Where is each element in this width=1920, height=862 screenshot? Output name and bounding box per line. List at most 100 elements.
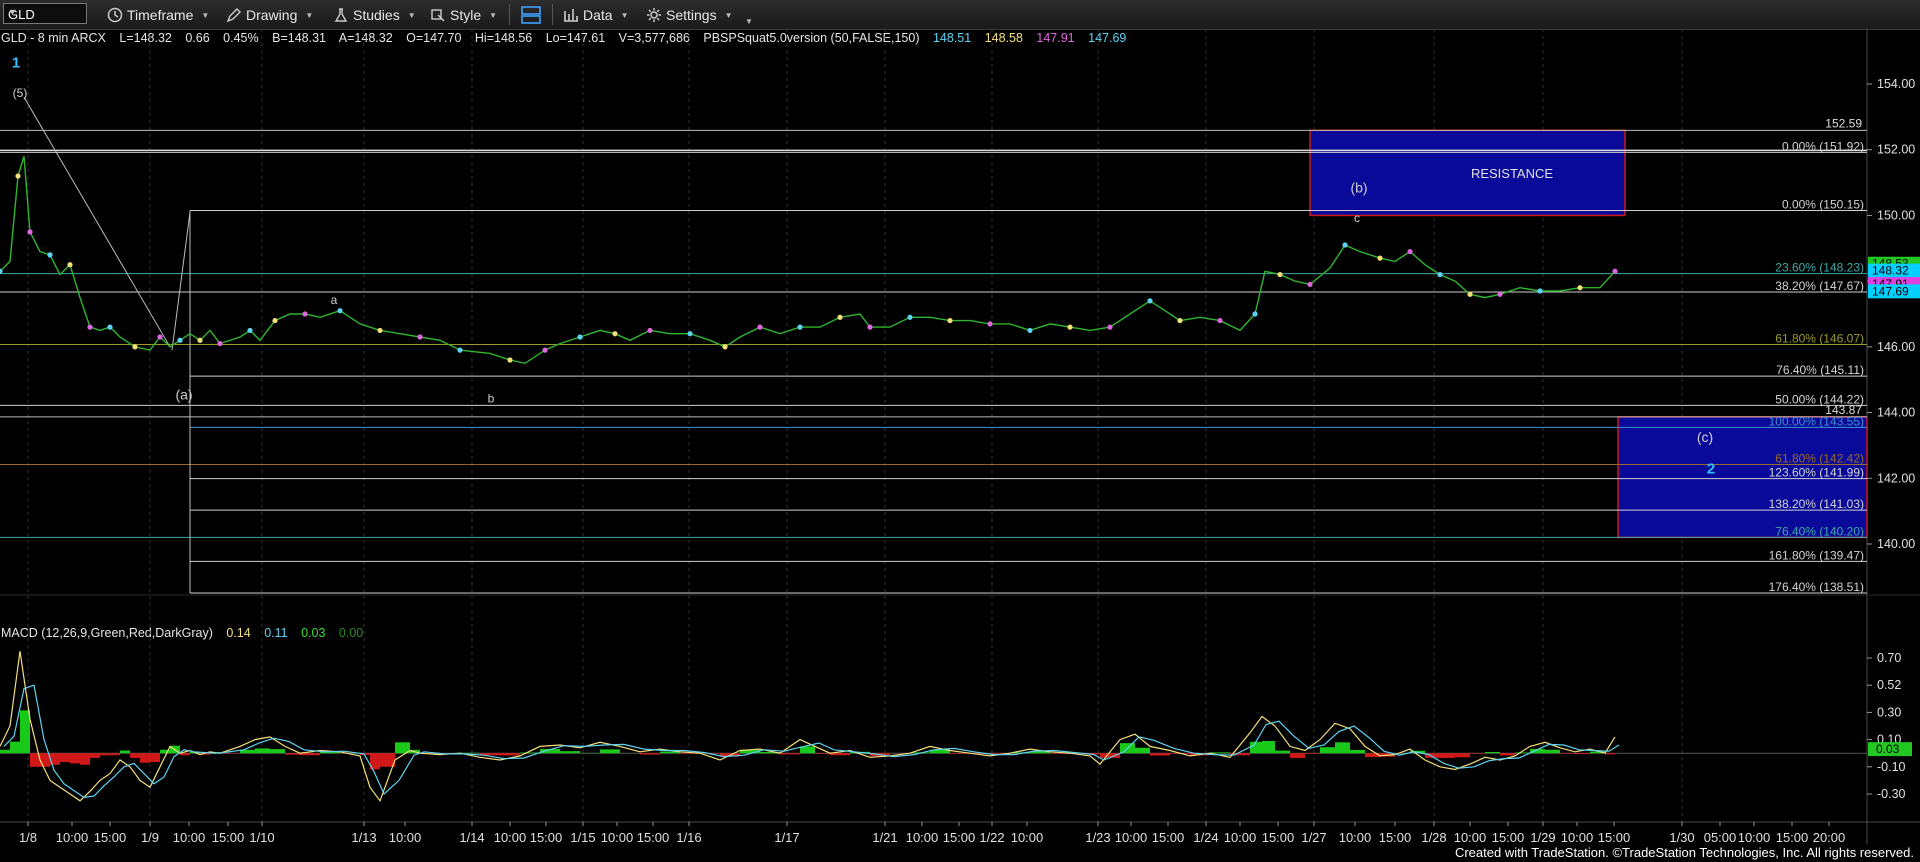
style-button[interactable]: Style ▼ [430, 5, 497, 25]
macd-histogram-bar [830, 753, 850, 756]
time-tick-label: 15:00 [1152, 830, 1185, 844]
macd-histogram-bar [1335, 742, 1350, 754]
data-button[interactable]: Data ▼ [563, 5, 629, 25]
style-label: Style [450, 7, 482, 23]
fib-label: 161.80% (139.47) [1769, 548, 1864, 562]
level-label: 152.59 [1825, 116, 1862, 130]
time-tick-label: 1/27 [1301, 830, 1326, 844]
price-marker [1467, 291, 1473, 297]
time-tick-label: 10:00 [1011, 830, 1044, 844]
data-label: Data [583, 7, 613, 23]
wave-label: (c) [1697, 429, 1713, 445]
toolbar-divider [552, 4, 553, 25]
settings-button[interactable]: Settings ▼ [646, 5, 733, 25]
time-tick-label: 10:00 [1339, 830, 1372, 844]
macd-histogram-bar [1575, 753, 1590, 755]
fib-label: 0.00% (151.92) [1782, 139, 1864, 153]
macd-histogram-bar [1470, 753, 1485, 754]
time-tick-label: 10:00 [906, 830, 939, 844]
chevron-down-icon: ▼ [724, 10, 733, 20]
studies-button[interactable]: Studies ▼ [333, 5, 416, 25]
style-icon [431, 9, 445, 22]
macd-histogram-bar [600, 749, 620, 754]
timeframe-button[interactable]: Timeframe ▼ [107, 5, 209, 25]
fib-label: 76.40% (145.11) [1776, 363, 1864, 377]
wave-label: c [1354, 211, 1360, 225]
fib-label: 100.00% (143.55) [1769, 414, 1864, 428]
fib-label: 61.80% (142.42) [1775, 451, 1864, 465]
price-marker [577, 334, 583, 340]
bar-chart-icon [564, 9, 578, 22]
time-tick-label: 1/23 [1085, 830, 1110, 844]
price-marker [907, 314, 913, 320]
macd-histogram-bar [1210, 752, 1230, 754]
time-tick-label: 10:00 [601, 830, 634, 844]
copyright-footer: Created with TradeStation. ©TradeStation… [1454, 845, 1914, 860]
toolbar: GLD ▼ Timeframe ▼ Drawing ▼ Studies ▼ St… [0, 0, 1920, 30]
price-marker [107, 324, 113, 330]
macd-histogram-bar [110, 753, 120, 756]
price-marker [132, 344, 138, 350]
macd-histogram-bar [1560, 753, 1575, 754]
time-tick-label: 1/17 [774, 830, 799, 844]
drawing-label: Drawing [246, 7, 298, 23]
gear-icon [647, 8, 661, 22]
macd-histogram-bar [150, 753, 160, 763]
price-marker [757, 324, 763, 330]
fib-label: 0.00% (150.15) [1782, 198, 1864, 212]
price-marker [417, 334, 423, 340]
pencil-icon [226, 8, 241, 23]
time-tick-label: 10:00 [1561, 830, 1594, 844]
wave-label: (5) [13, 86, 28, 100]
time-tick-label: 1/14 [459, 830, 484, 844]
fib-label: 176.40% (138.51) [1769, 580, 1864, 594]
time-tick-label: 1/28 [1421, 830, 1446, 844]
trend-line [171, 212, 191, 351]
macd-tick-label: 0.30 [1877, 705, 1901, 719]
price-tick-label: 146.00 [1877, 340, 1915, 354]
layout-button[interactable] [520, 5, 546, 25]
time-tick-label: 15:00 [637, 830, 670, 844]
time-tick-label: 1/8 [19, 830, 37, 844]
macd-histogram-bar [1485, 751, 1500, 754]
macd-histogram-bar [560, 751, 580, 754]
price-marker [27, 229, 33, 235]
macd-histogram-bar [640, 753, 660, 755]
time-tick-label: 1/29 [1530, 830, 1555, 844]
time-tick-label: 15:00 [943, 830, 976, 844]
toolbar-divider [509, 4, 510, 25]
fib-label: 76.40% (140.20) [1775, 524, 1864, 538]
macd-histogram-bar [1150, 753, 1170, 756]
symbol-input[interactable]: GLD ▼ [3, 3, 87, 24]
time-tick-label: 10:00 [389, 830, 422, 844]
price-marker [1177, 317, 1183, 324]
price-marker [157, 334, 163, 340]
time-tick-label: 1/30 [1669, 830, 1694, 844]
toolbar-overflow-button[interactable]: ▼ [745, 11, 753, 31]
chevron-down-icon: ▼ [305, 10, 314, 20]
macd-histogram-bar [1605, 753, 1615, 755]
drawing-button[interactable]: Drawing ▼ [226, 5, 313, 25]
time-tick-label: 15:00 [94, 830, 127, 844]
time-tick-label: 15:00 [212, 830, 245, 844]
fib-label: 123.60% (141.99) [1769, 466, 1864, 480]
price-marker [647, 327, 653, 334]
macd-histogram-bar [20, 710, 30, 754]
price-marker [1307, 281, 1313, 288]
price-tick-label: 154.00 [1877, 77, 1915, 91]
price-tick-label: 144.00 [1877, 406, 1915, 420]
trend-line [23, 96, 171, 348]
macd-histogram-bar [500, 753, 520, 756]
price-chart[interactable]: RESISTANCE152.59143.870.00% (151.92)0.00… [0, 29, 1920, 844]
price-marker [1437, 271, 1443, 278]
fib-label: 38.20% (147.67) [1775, 279, 1864, 293]
chevron-down-icon[interactable]: ▼ [8, 7, 82, 17]
price-marker [47, 252, 53, 258]
fib-label: 138.20% (141.03) [1769, 497, 1864, 511]
price-marker [1342, 242, 1348, 248]
price-tick-label: 150.00 [1877, 208, 1915, 222]
price-marker [15, 173, 21, 179]
fib-label: 50.00% (144.22) [1775, 392, 1864, 406]
price-marker [947, 317, 953, 324]
price-marker [1217, 317, 1223, 324]
